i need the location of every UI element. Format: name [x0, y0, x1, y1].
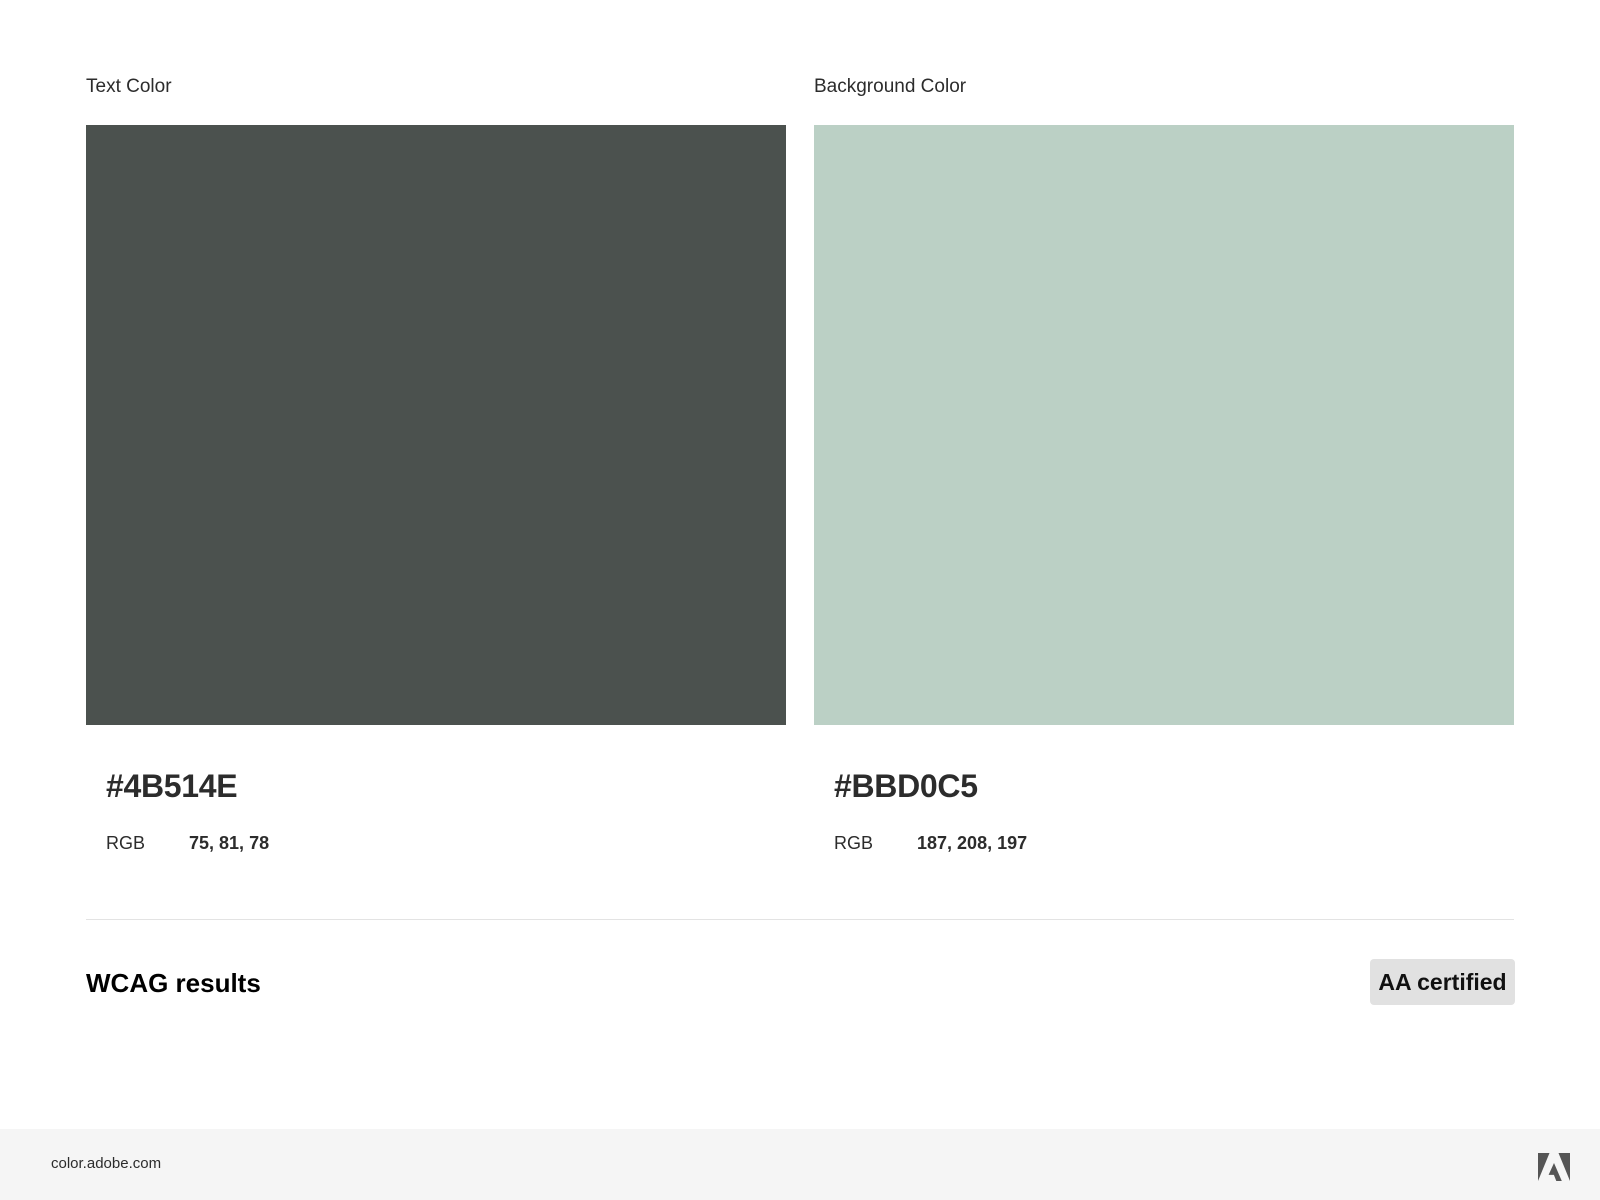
text-color-label: Text Color: [86, 76, 172, 97]
background-color-rgb-row: RGB 187, 208, 197: [834, 833, 1027, 854]
section-divider: [86, 919, 1514, 920]
text-color-hex: #4B514E: [106, 768, 238, 804]
background-color-swatch: [814, 125, 1514, 725]
adobe-logo-icon: [1538, 1153, 1570, 1181]
aa-certified-badge: AA certified: [1370, 959, 1515, 1005]
background-color-label: Background Color: [814, 76, 967, 97]
background-color-rgb-value: 187, 208, 197: [917, 833, 1028, 853]
background-color-hex: #BBD0C5: [834, 768, 978, 804]
text-color-rgb-row: RGB 75, 81, 78: [106, 833, 269, 854]
text-color-swatch: [86, 125, 786, 725]
text-color-rgb-label: RGB: [106, 833, 146, 853]
footer: color.adobe.com: [0, 1129, 1600, 1200]
text-color-rgb-value: 75, 81, 78: [189, 833, 270, 853]
wcag-results-heading: WCAG results: [86, 968, 261, 998]
background-color-rgb-label: RGB: [834, 833, 874, 853]
contrast-report-page: Text Color #4B514E RGB 75, 81, 78 Backgr…: [0, 0, 1600, 1200]
footer-url: color.adobe.com: [51, 1155, 162, 1172]
